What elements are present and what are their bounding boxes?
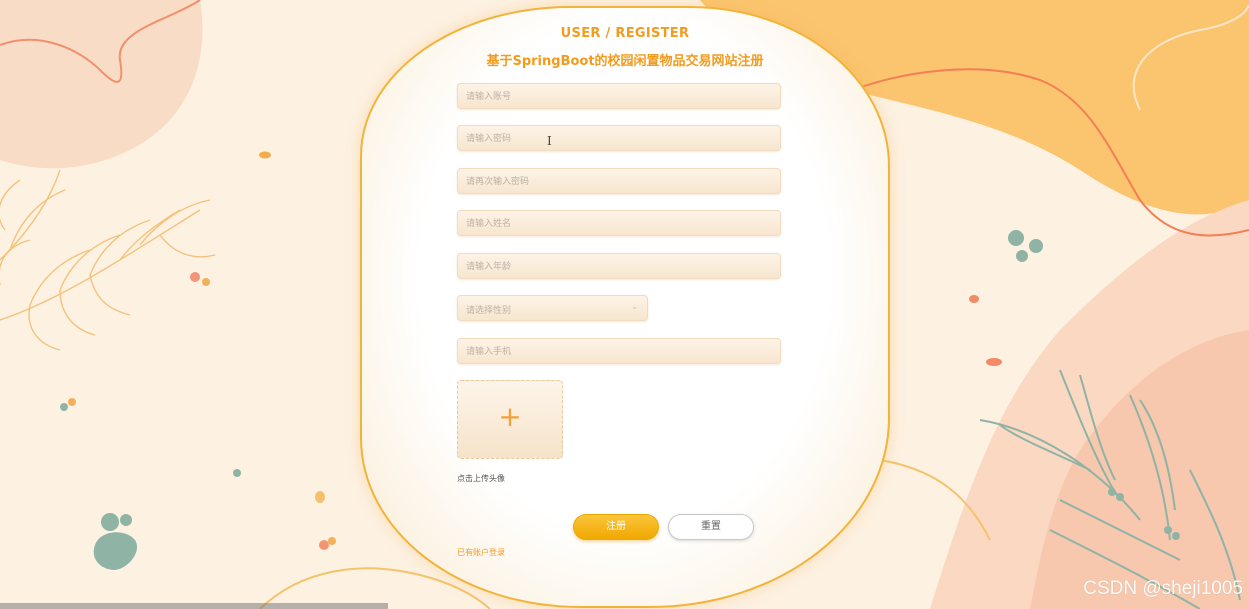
page-title: USER / REGISTER [560, 26, 690, 41]
status-strip [0, 603, 388, 609]
confirm-password-input[interactable] [458, 170, 780, 194]
avatar-upload-label: 点击上传头像 [457, 474, 505, 483]
name-input[interactable] [458, 212, 780, 236]
password-input[interactable] [458, 127, 780, 151]
account-input[interactable] [458, 85, 780, 109]
password-field[interactable] [457, 125, 781, 151]
reset-button[interactable]: 重置 [668, 514, 754, 540]
age-input[interactable] [458, 255, 780, 279]
age-field[interactable] [457, 253, 781, 279]
login-link[interactable]: 已有账户登录 [457, 547, 505, 558]
register-button[interactable]: 注册 [573, 514, 659, 540]
site-subtitle: 基于SpringBoot的校园闲置物品交易网站注册 [486, 54, 764, 69]
plus-icon: + [498, 400, 522, 433]
phone-input[interactable] [458, 340, 780, 364]
avatar-upload-box[interactable]: + [457, 380, 563, 459]
gender-select[interactable]: 请选择性别 ⌄ [457, 295, 648, 321]
chevron-down-icon: ⌄ [631, 302, 638, 311]
gender-select-placeholder: 请选择性别 [466, 306, 512, 316]
account-field[interactable] [457, 83, 781, 109]
phone-field[interactable] [457, 338, 781, 364]
confirm-password-field[interactable] [457, 168, 781, 194]
name-field[interactable] [457, 210, 781, 236]
csdn-watermark: CSDN @sheji1005 [1083, 578, 1243, 599]
text-cursor-icon: I [547, 134, 552, 148]
